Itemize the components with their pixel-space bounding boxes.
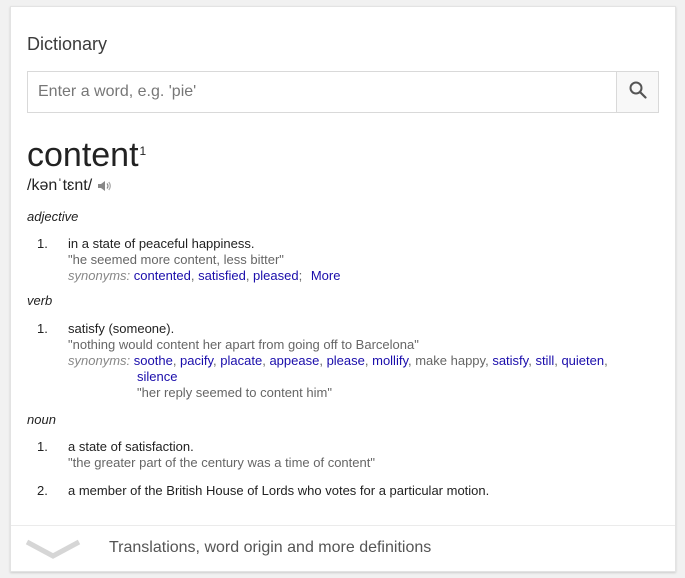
headword-text: content <box>27 136 139 174</box>
definition: a state of satisfaction. <box>68 439 194 454</box>
synonym-link[interactable]: silence <box>137 369 177 384</box>
synonym-link[interactable]: soothe <box>134 353 173 368</box>
synonyms-row: synonyms: contented, satisfied, pleased;… <box>68 268 341 283</box>
synonyms-label: synonyms: <box>68 353 131 368</box>
more-definitions-footer[interactable]: Translations, word origin and more defin… <box>11 525 675 571</box>
pronunciation: /kənˈtɛnt/ <box>27 177 112 195</box>
synonyms-continued: silence "her reply seemed to content him… <box>137 369 637 401</box>
synonym-link[interactable]: mollify <box>372 353 408 368</box>
search-button[interactable] <box>616 72 658 112</box>
sense-number: 2. <box>37 483 48 498</box>
noun-sense-1: 1. a state of satisfaction. "the greater… <box>37 439 637 471</box>
synonym-link[interactable]: pacify <box>180 353 213 368</box>
synonym-example: "her reply seemed to content him" <box>137 385 332 400</box>
pos-adjective: adjective <box>27 209 79 224</box>
synonym-link[interactable]: please <box>327 353 365 368</box>
synonym-link[interactable]: placate <box>220 353 262 368</box>
sense-number: 1. <box>37 236 48 251</box>
synonym-link[interactable]: still <box>535 353 554 368</box>
headword: content1 <box>27 135 146 175</box>
definition: satisfy (someone). <box>68 321 175 336</box>
verb-sense-1: 1. satisfy (someone). "nothing would con… <box>37 321 637 401</box>
synonyms-row: synonyms: soothe, pacify, placate, appea… <box>68 353 608 368</box>
definition: in a state of peaceful happiness. <box>68 236 255 251</box>
example: "the greater part of the century was a t… <box>68 455 375 470</box>
search-icon <box>629 81 647 104</box>
search-input[interactable] <box>28 72 618 112</box>
pos-noun: noun <box>27 412 56 427</box>
synonym-link[interactable]: satisfied <box>198 268 246 283</box>
adjective-sense-1: 1. in a state of peaceful happiness. "he… <box>37 236 637 284</box>
dictionary-card: Dictionary content1 /kənˈtɛnt/ adjective <box>10 6 676 572</box>
speaker-icon[interactable] <box>98 180 112 192</box>
chevron-down-icon[interactable] <box>25 538 81 565</box>
pos-verb: verb <box>27 293 53 308</box>
card-title: Dictionary <box>27 34 108 54</box>
homograph-number: 1 <box>139 144 147 158</box>
synonym-text: make happy <box>415 353 486 368</box>
synonym-link[interactable]: satisfy <box>492 353 528 368</box>
search-box <box>27 71 659 113</box>
synonym-link[interactable]: quieten <box>561 353 604 368</box>
synonym-link[interactable]: pleased <box>253 268 299 283</box>
sense-number: 1. <box>37 439 48 454</box>
more-definitions-link[interactable]: Translations, word origin and more defin… <box>109 539 431 557</box>
more-synonyms-link[interactable]: More <box>311 268 341 283</box>
pronunciation-text: /kənˈtɛnt/ <box>27 177 93 194</box>
synonym-link[interactable]: appease <box>269 353 319 368</box>
noun-sense-2: 2. a member of the British House of Lord… <box>37 483 637 499</box>
example: "nothing would content her apart from go… <box>68 337 419 352</box>
definition: a member of the British House of Lords w… <box>68 483 490 498</box>
example: "he seemed more content, less bitter" <box>68 252 284 267</box>
synonym-link[interactable]: contented <box>134 268 191 283</box>
sense-number: 1. <box>37 321 48 336</box>
synonyms-label: synonyms: <box>68 268 131 283</box>
